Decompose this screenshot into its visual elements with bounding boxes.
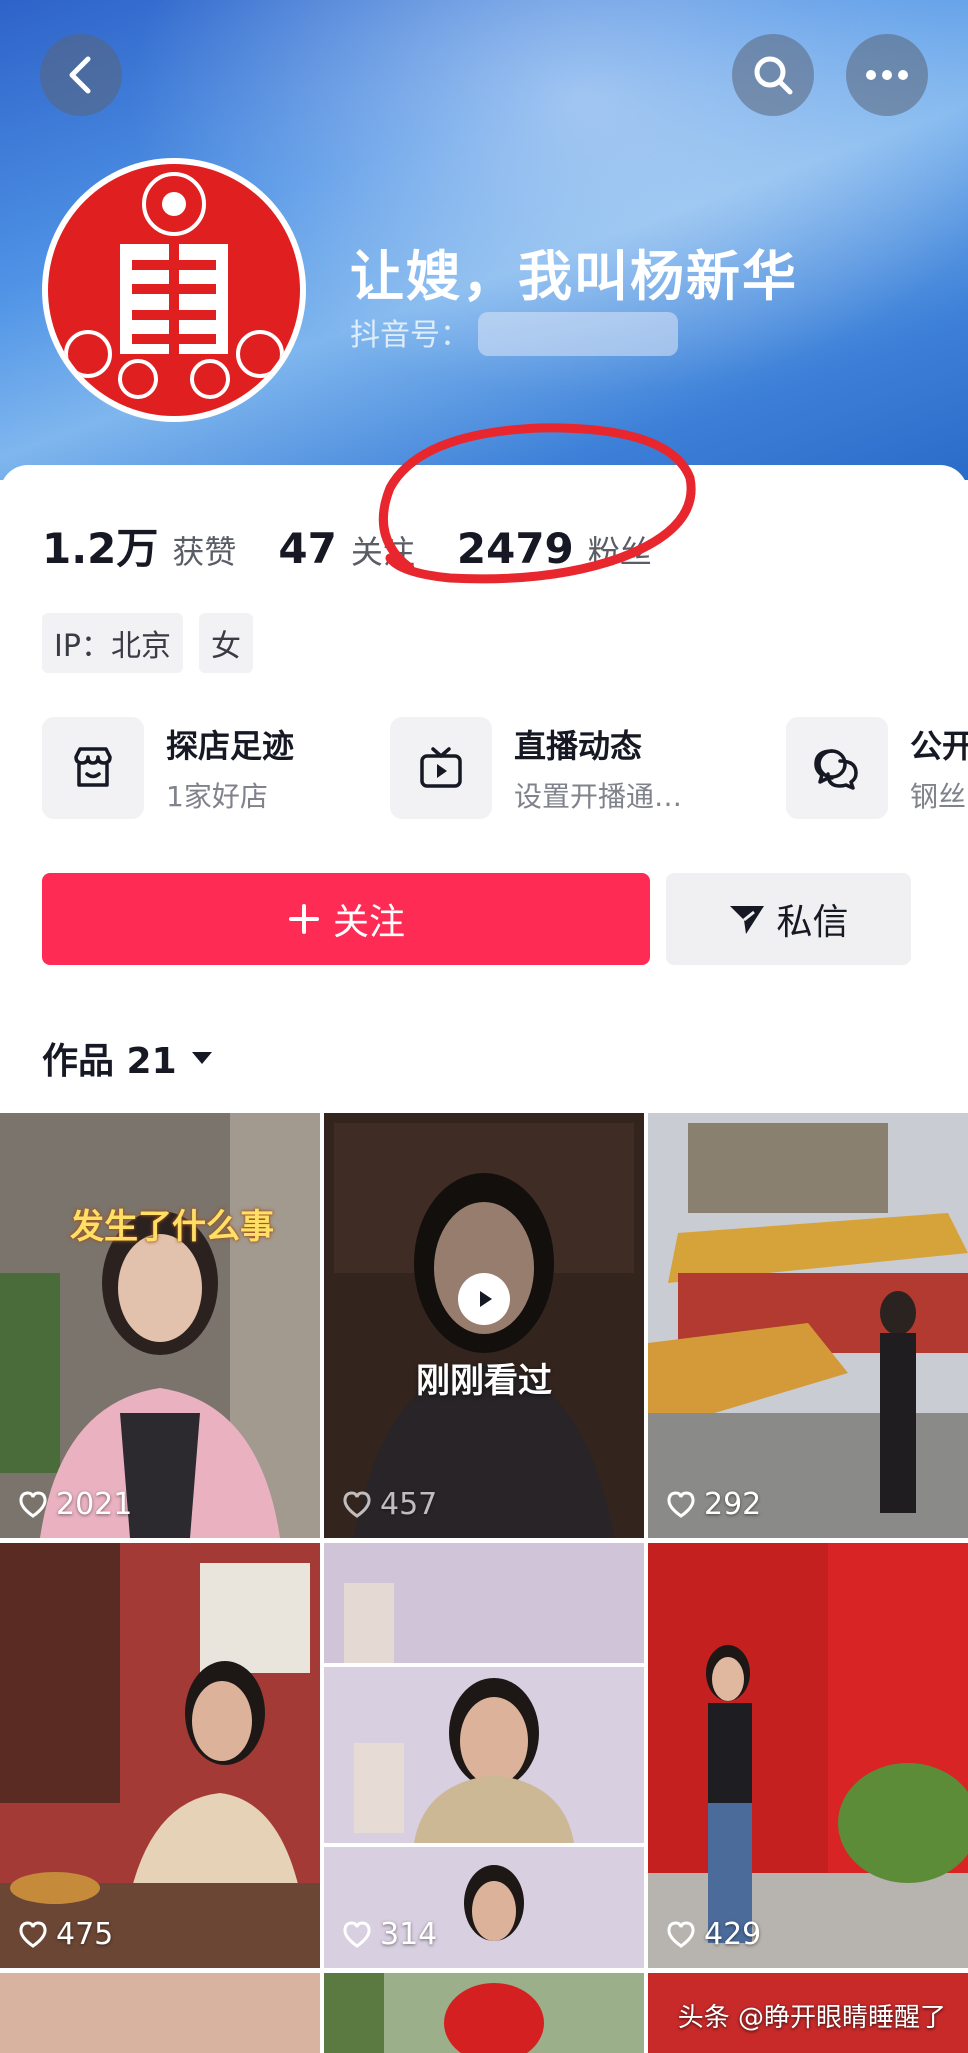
more-icon (866, 70, 908, 80)
following-label: 关注 (350, 533, 415, 571)
followers-count[interactable]: 2479 (457, 524, 574, 573)
likes-count: 457 (380, 1487, 438, 1522)
stats-row: 1.2万 获赞 47 关注 2479 粉丝 (42, 515, 694, 576)
heart-icon (667, 1490, 695, 1518)
ip-tag: IP：北京 (42, 613, 183, 673)
following-count[interactable]: 47 (278, 524, 336, 573)
send-icon (730, 906, 765, 934)
feature-subtitle: 钢丝 (910, 780, 967, 813)
tv-icon (390, 717, 492, 819)
video-tile[interactable]: 292 (648, 1113, 968, 1538)
video-likes: 2021 (18, 1487, 132, 1522)
follow-button[interactable]: 关注 (42, 873, 650, 965)
likes-label: 获赞 (172, 533, 237, 571)
video-likes: 314 (342, 1917, 437, 1952)
video-caption: 发生了什么事 (70, 1207, 274, 1247)
video-likes: 292 (666, 1487, 761, 1522)
profile-name: 让嫂，我叫杨新华 (350, 245, 798, 308)
chevron-left-icon (69, 56, 91, 94)
video-likes: 457 (342, 1487, 437, 1522)
video-tile[interactable]: 314 (324, 1543, 644, 1968)
profile-card: 1.2万 获赞 47 关注 2479 粉丝 IP：北京 女 探店足迹 1家好店 (0, 465, 968, 2053)
heart-icon (343, 1920, 371, 1948)
likes-count: 314 (380, 1917, 438, 1952)
video-tile[interactable]: 429 (648, 1543, 968, 1968)
video-tile[interactable] (324, 1973, 644, 2053)
likes-count: 429 (704, 1917, 762, 1952)
uid-redacted (478, 312, 678, 356)
message-label: 私信 (776, 902, 849, 943)
more-button[interactable] (846, 34, 928, 116)
feature-shop-visits[interactable]: 探店足迹 1家好店 (42, 717, 294, 819)
follow-label: 关注 (332, 902, 405, 943)
video-likes: 429 (666, 1917, 761, 1952)
play-icon (458, 1273, 510, 1325)
video-tile[interactable]: 刚刚看过 457 (324, 1113, 644, 1538)
video-tile[interactable]: 475 (0, 1543, 320, 1968)
message-button[interactable]: 私信 (666, 873, 911, 965)
likes-count: 292 (704, 1487, 762, 1522)
heart-icon (343, 1490, 371, 1518)
plus-icon (288, 904, 319, 934)
likes-count: 2021 (56, 1487, 133, 1522)
heart-icon (667, 1920, 695, 1948)
video-tile[interactable]: 发生了什么事 2021 (0, 1113, 320, 1538)
double-happiness-papercut (48, 164, 300, 416)
likes-count: 475 (56, 1917, 114, 1952)
watermark: 头条 @睁开眼睛睡醒了 (677, 2003, 946, 2033)
uid-label: 抖音号： (350, 318, 470, 353)
feature-public-group[interactable]: 公开 钢丝 (786, 717, 968, 819)
feature-live[interactable]: 直播动态 设置开播通… (390, 717, 682, 819)
avatar[interactable] (42, 158, 306, 422)
works-label: 作品 21 (42, 1041, 177, 1082)
feature-subtitle: 1家好店 (166, 780, 268, 813)
followers-label: 粉丝 (587, 533, 652, 571)
video-tile[interactable] (0, 1973, 320, 2053)
feature-subtitle: 设置开播通… (514, 780, 683, 813)
store-icon (42, 717, 144, 819)
heart-icon (19, 1920, 47, 1948)
chat-bubbles-icon (786, 717, 888, 819)
likes-count[interactable]: 1.2万 (42, 515, 158, 576)
feature-title: 直播动态 (514, 727, 643, 765)
recently-watched-label: 刚刚看过 (416, 1361, 552, 1401)
search-button[interactable] (732, 34, 814, 116)
search-icon (754, 56, 793, 95)
feature-title: 公开 (910, 727, 968, 765)
caret-down-icon (191, 1052, 212, 1064)
gender-tag: 女 (198, 613, 253, 673)
works-tab[interactable]: 作品 21 (42, 1032, 215, 1084)
back-button[interactable] (40, 34, 122, 116)
video-likes: 475 (18, 1917, 113, 1952)
heart-icon (19, 1490, 47, 1518)
feature-title: 探店足迹 (166, 727, 295, 765)
profile-tags: IP：北京 女 (42, 613, 253, 673)
